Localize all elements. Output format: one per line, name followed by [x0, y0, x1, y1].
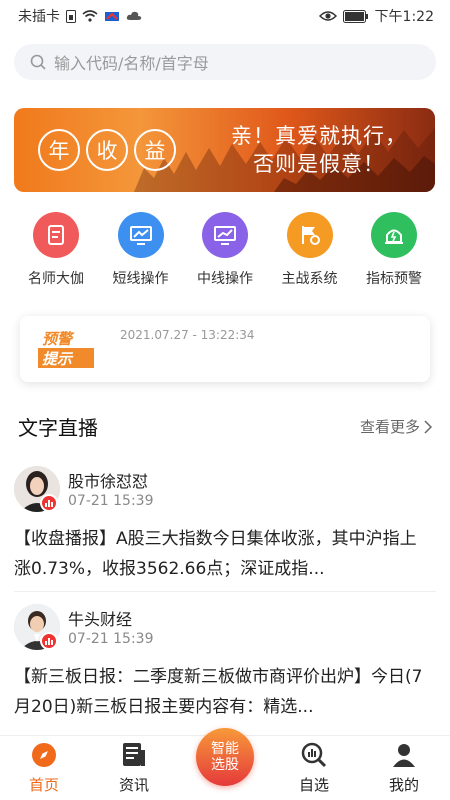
teacher-icon: [33, 212, 79, 258]
section-title: 文字直播: [18, 416, 98, 440]
alert-badge-line1: 预警: [42, 330, 75, 348]
live-text-header: 文字直播 查看更多: [18, 412, 432, 441]
search-placeholder: 输入代码/名称/首字母: [54, 54, 209, 73]
quick-item-mid-term[interactable]: 中线操作: [183, 212, 267, 288]
bottom-tab-bar: 首页 资讯 智能选股 自选 我的: [0, 728, 450, 800]
chart-monitor-icon: [202, 212, 248, 258]
clock-text: 下午1:22: [374, 9, 434, 25]
alert-card[interactable]: 预警 提示 2021.07.27 - 13:22:34: [20, 316, 430, 382]
alert-badge: 预警 提示: [38, 328, 120, 368]
verified-chart-icon: [40, 632, 58, 650]
compass-icon: [32, 743, 56, 767]
tab-watchlist[interactable]: 自选: [284, 742, 344, 795]
alert-badge-line2: 提示: [42, 350, 74, 368]
carrier-text: 未插卡: [18, 9, 60, 25]
status-bar: 未插卡 下午1:22: [0, 0, 450, 32]
banner-circle-char: 年: [38, 129, 80, 171]
search-input[interactable]: 输入代码/名称/首字母: [14, 44, 436, 80]
divider: [14, 591, 436, 592]
banner-circle-char: 收: [86, 129, 128, 171]
tab-mine[interactable]: 我的: [374, 742, 434, 795]
post-text: 【新三板日报：二季度新三板做市商评价出炉】今日(7月20日)新三板日报主要内容有…: [14, 667, 423, 717]
chevron-right-icon: [424, 419, 432, 434]
post-text: 【收盘播报】A股三大指数今日集体收涨，其中沪指上涨0.73%，收报3562.66…: [14, 529, 417, 579]
quick-item-short-term[interactable]: 短线操作: [99, 212, 183, 288]
app-icon: [105, 12, 119, 21]
quick-item-main-system[interactable]: 主战系统: [268, 212, 352, 288]
newspaper-icon: [123, 743, 145, 766]
tab-news[interactable]: 资讯: [104, 742, 164, 795]
tab-home[interactable]: 首页: [14, 742, 74, 795]
post-time: 07-21 15:39: [68, 631, 154, 647]
eye-icon: [318, 11, 337, 21]
verified-chart-icon: [40, 494, 58, 512]
list-item[interactable]: 股市徐怼怼 07-21 15:39 【收盘播报】A股三大指数今日集体收涨，其中沪…: [14, 466, 436, 586]
smart-stock-pick-button[interactable]: 智能选股: [196, 728, 254, 786]
post-time: 07-21 15:39: [68, 493, 154, 509]
view-more-link[interactable]: 查看更多: [360, 416, 432, 437]
quick-item-teachers[interactable]: 名师大伽: [14, 212, 98, 288]
flag-gear-icon: [286, 212, 333, 258]
cloud-icon: [126, 11, 142, 20]
banner-slogan: 亲！真爱就执行， 否则是假意！: [231, 124, 407, 176]
alert-date: 2021.07.27 - 13:22:34: [120, 328, 255, 342]
person-icon: [393, 744, 415, 767]
author-name: 牛头财经: [68, 610, 133, 629]
sim-icon: [66, 9, 76, 23]
quick-menu: 名师大伽 短线操作 中线操作 主战系统 指标预警: [14, 212, 436, 288]
quick-item-indicator-alert[interactable]: 指标预警: [352, 212, 436, 288]
magnifier-chart-icon: [301, 742, 327, 768]
battery-icon: [342, 9, 368, 23]
wifi-icon: [82, 10, 98, 22]
chart-monitor-icon: [117, 212, 164, 258]
alarm-icon: [371, 212, 417, 258]
search-icon: [30, 54, 46, 70]
banner-circle-char: 益: [134, 129, 176, 171]
author-name: 股市徐怼怼: [68, 472, 149, 491]
list-item[interactable]: 牛头财经 07-21 15:39 【新三板日报：二季度新三板做市商评价出炉】今日…: [14, 604, 436, 724]
promo-banner[interactable]: 年 收 益 亲！真爱就执行， 否则是假意！: [14, 108, 435, 192]
